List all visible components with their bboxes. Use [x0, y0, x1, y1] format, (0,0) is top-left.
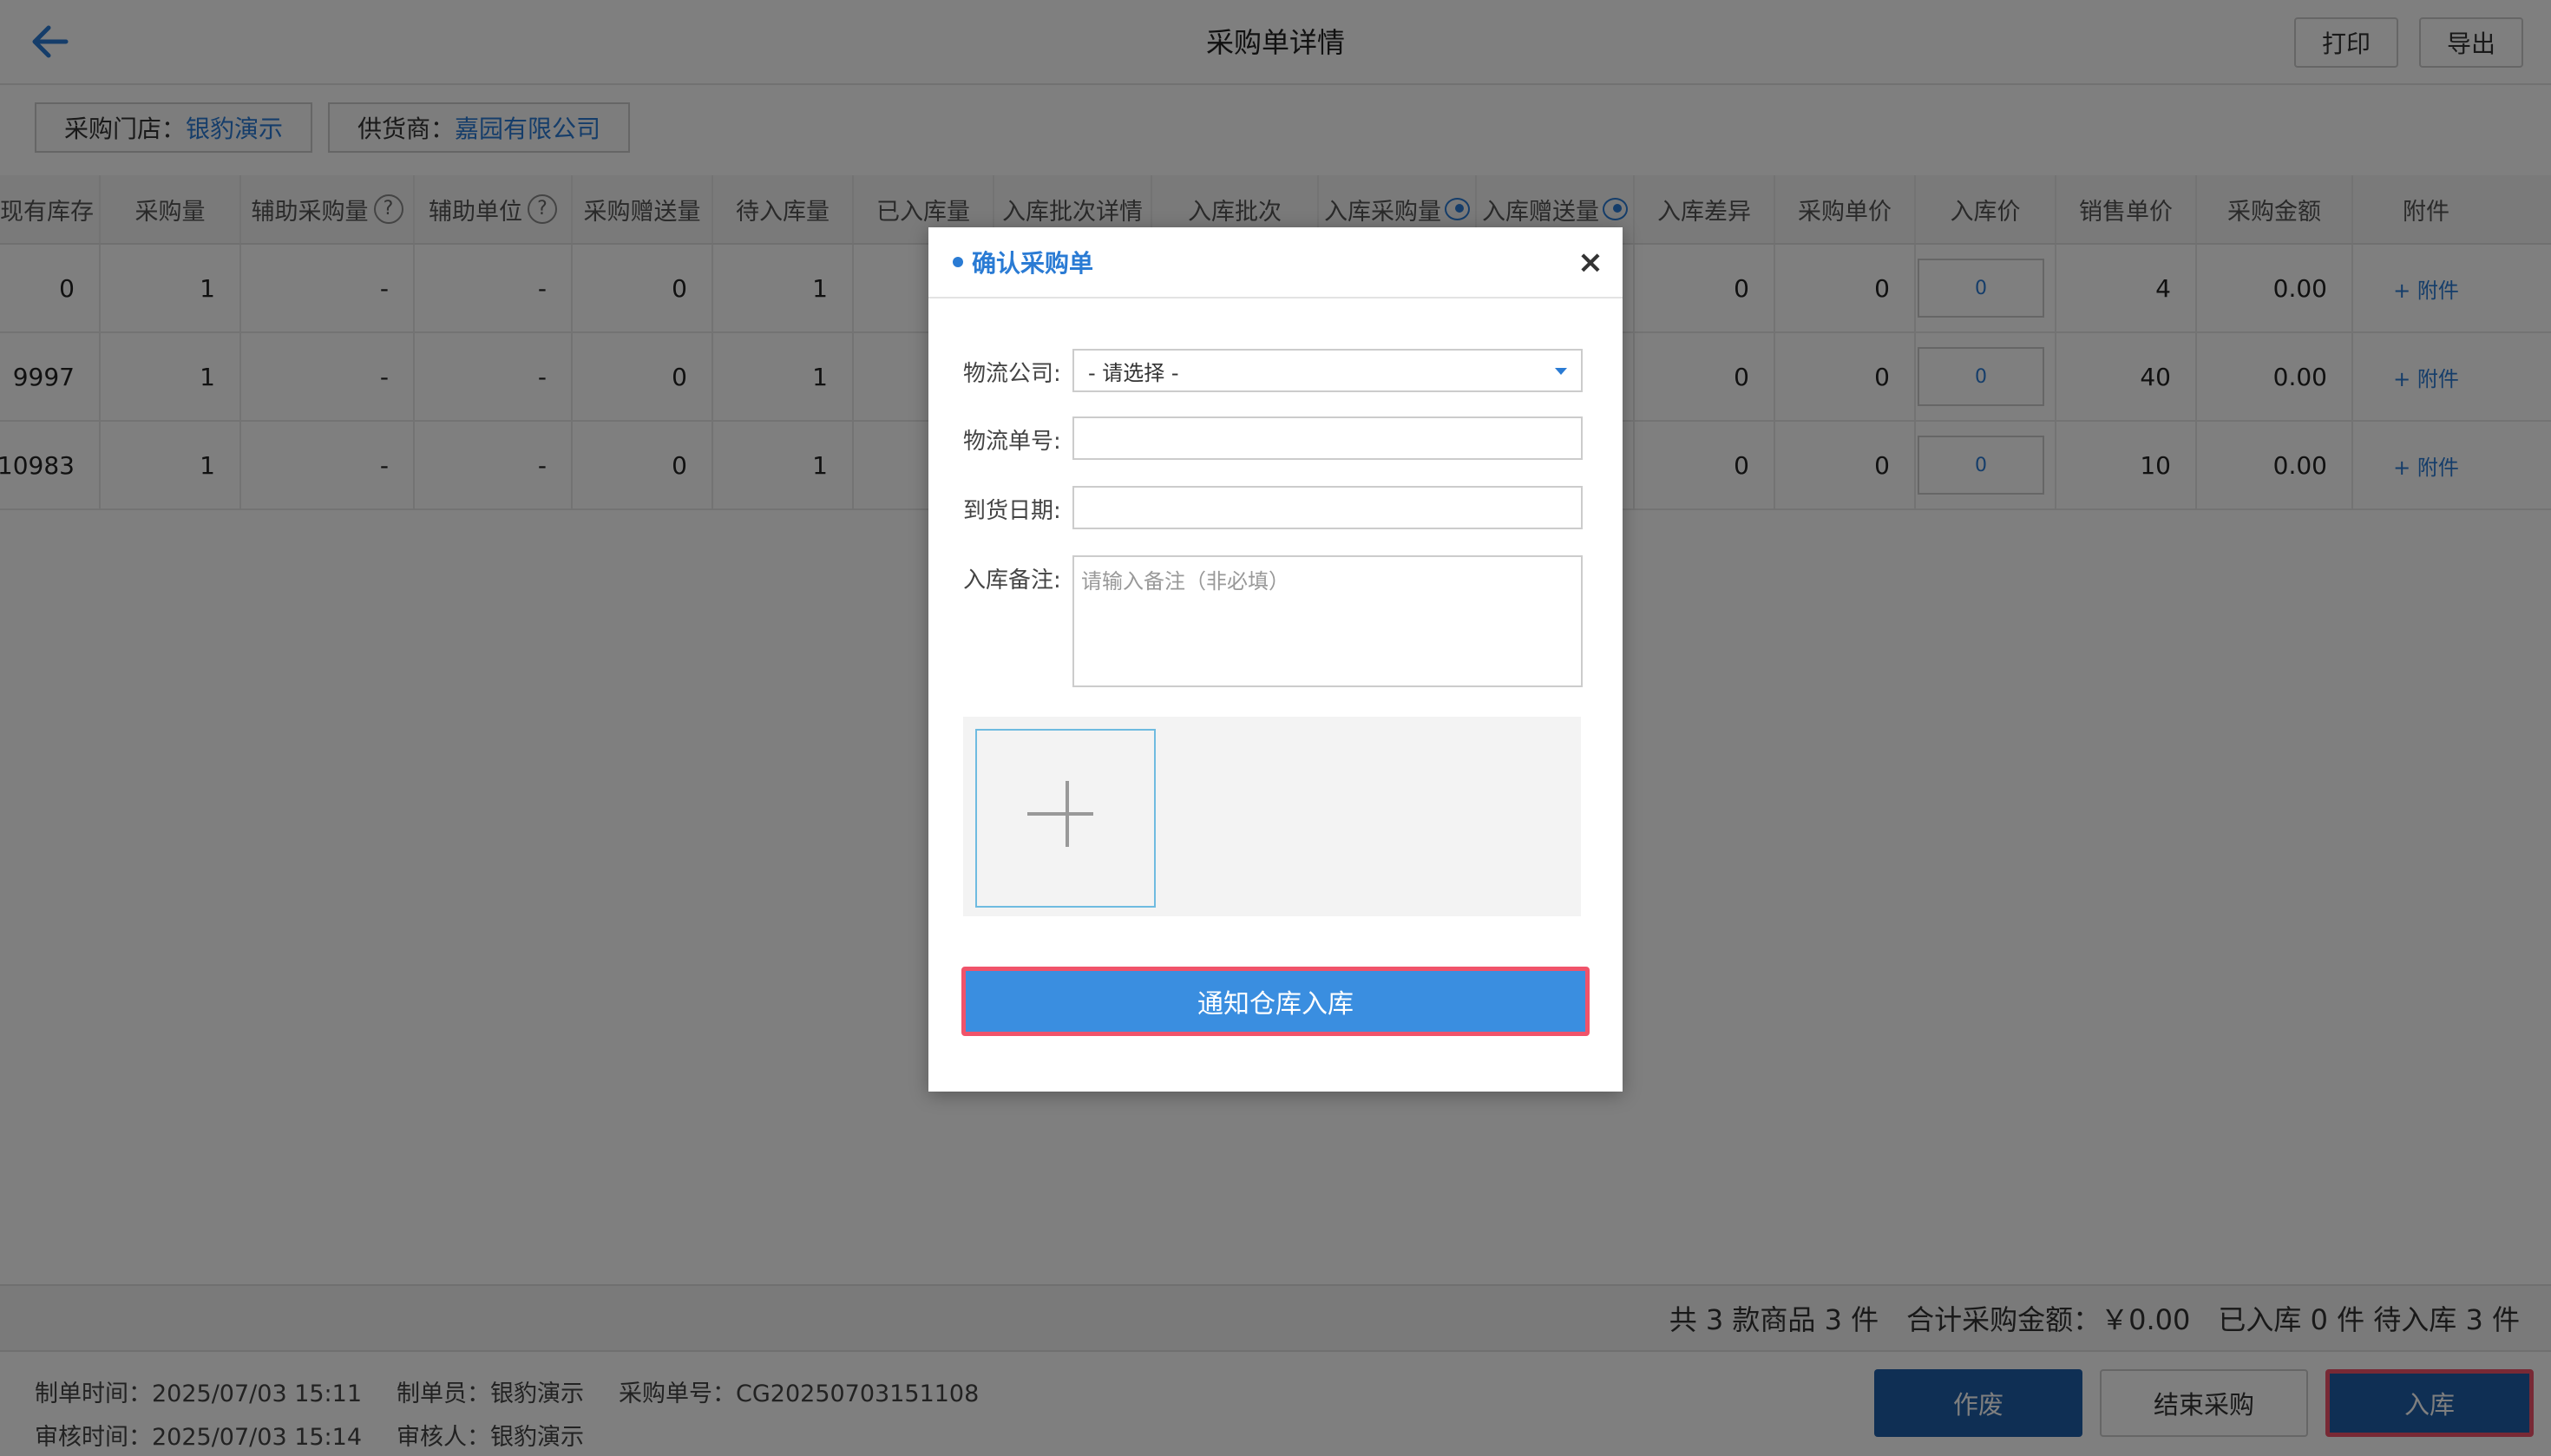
logistics-company-value: - 请选择 - — [1088, 360, 1179, 385]
arrival-date-input[interactable] — [1072, 486, 1583, 529]
remark-textarea[interactable]: 请输入备注（非必填） — [1072, 555, 1583, 687]
logistics-company-row: 物流公司: - 请选择 - — [963, 349, 1583, 392]
logistics-no-row: 物流单号: — [963, 416, 1583, 460]
close-icon[interactable]: × — [1577, 245, 1603, 280]
notify-warehouse-button[interactable]: 通知仓库入库 — [961, 967, 1590, 1036]
confirm-purchase-dialog: 确认采购单 × 物流公司: - 请选择 - 物流单号: 到货日期: 入库备注: … — [928, 227, 1623, 1092]
add-image-button[interactable] — [975, 729, 1156, 908]
logistics-company-select[interactable]: - 请选择 - — [1072, 349, 1583, 392]
arrival-date-label: 到货日期: — [963, 498, 1061, 524]
logistics-no-label: 物流单号: — [963, 429, 1061, 455]
logistics-company-label: 物流公司: — [963, 361, 1061, 387]
dialog-header: 确认采购单 × — [928, 227, 1623, 298]
chevron-down-icon — [1555, 368, 1567, 375]
title-dot-icon — [953, 257, 963, 267]
upload-area — [963, 717, 1581, 916]
logistics-no-input[interactable] — [1072, 416, 1583, 460]
remark-label: 入库备注: — [963, 567, 1061, 594]
arrival-date-row: 到货日期: — [963, 486, 1583, 529]
remark-row: 入库备注: 请输入备注（非必填） — [963, 555, 1583, 687]
dialog-title: 确认采购单 — [972, 249, 1094, 278]
